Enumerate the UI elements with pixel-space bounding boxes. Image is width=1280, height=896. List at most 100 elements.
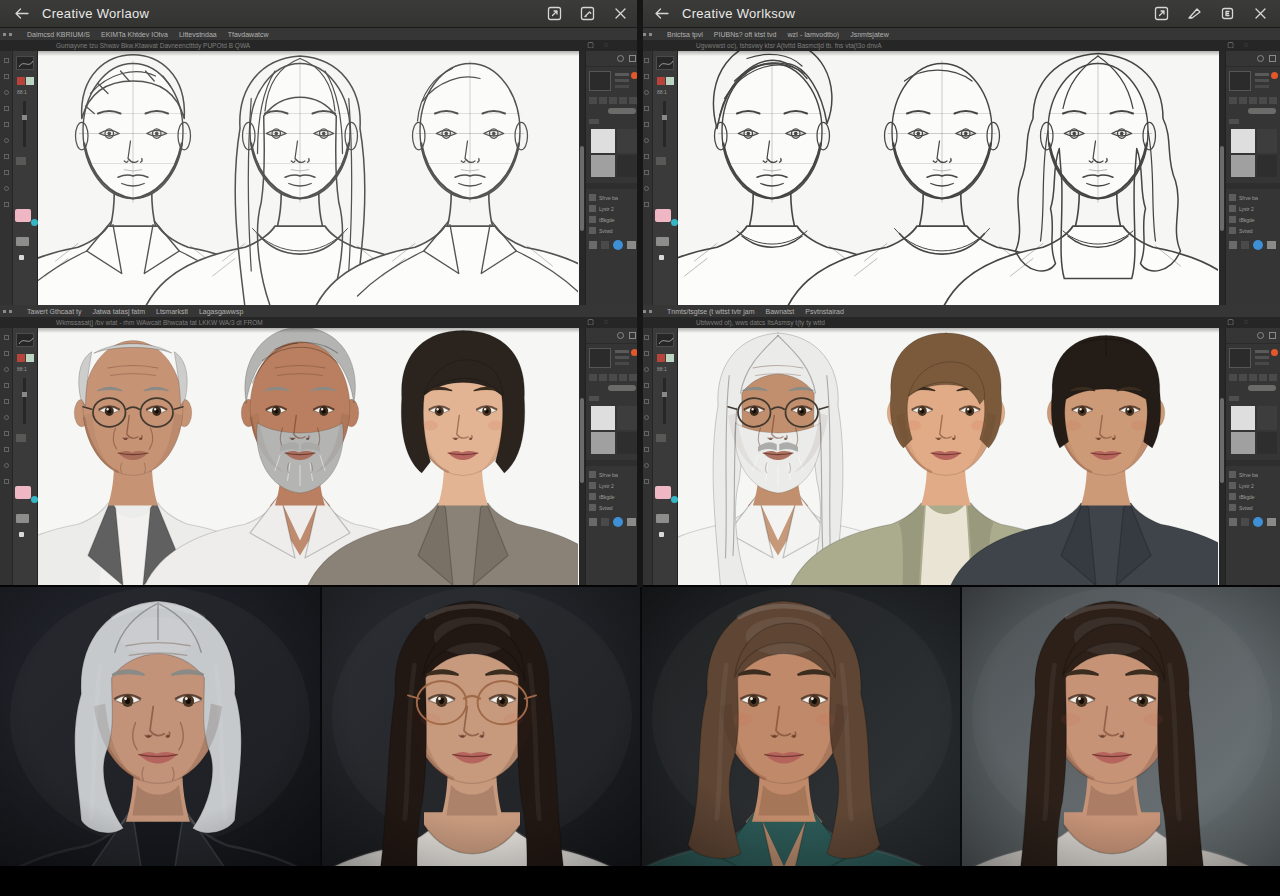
titlebar-icons xyxy=(1152,4,1270,23)
portrait-photo-4 xyxy=(960,587,1280,866)
color-chip-green xyxy=(26,77,34,85)
open-in-new-icon[interactable] xyxy=(545,4,564,23)
window-divider xyxy=(637,0,643,587)
close-icon[interactable] xyxy=(611,4,630,23)
tool-panel[interactable]: 88:1 xyxy=(13,51,38,305)
layer-row[interactable]: Lystr 2 xyxy=(1229,481,1278,490)
swatch-teal xyxy=(31,219,38,226)
edit-box-icon[interactable] xyxy=(578,4,597,23)
swatch-light xyxy=(1231,129,1255,153)
open-in-new-icon[interactable] xyxy=(1152,4,1171,23)
active-color-dot xyxy=(1271,349,1278,356)
layer-row[interactable]: Sfrve bw xyxy=(1229,193,1278,202)
menu-item[interactable]: Bawnatst xyxy=(766,308,795,315)
tool-rail[interactable] xyxy=(0,51,13,305)
editor-canvas[interactable] xyxy=(38,328,579,585)
layer-row[interactable]: Sfrve bw xyxy=(589,193,638,202)
back-button[interactable] xyxy=(650,3,672,25)
swatch-pink xyxy=(15,209,31,222)
photo-strip xyxy=(0,587,1280,866)
layer-row[interactable]: Svtwd xyxy=(1229,503,1278,512)
menu-item[interactable]: Ltsmarkstl xyxy=(156,308,188,315)
menu-item[interactable]: EKIMTa Khtdev IOtva xyxy=(101,31,168,38)
swatch-light xyxy=(591,129,615,153)
layer-row[interactable]: Svtwd xyxy=(1229,226,1278,235)
color-preview xyxy=(589,348,611,368)
pen-icon[interactable] xyxy=(1185,4,1204,23)
swatch-pink xyxy=(655,209,671,222)
window-title: Creative Worlaow xyxy=(42,6,149,21)
editor-menubar: Tnmts/tsgtse (t wttst tvtr jam Bawnatst Ps… xyxy=(640,305,1280,317)
portrait-photo-3 xyxy=(640,587,960,866)
color-chip-red xyxy=(17,354,25,362)
back-arrow-icon[interactable] xyxy=(652,4,671,23)
layer-row[interactable]: tBkgde xyxy=(1229,492,1278,501)
color-chip-red xyxy=(17,77,25,85)
layer-visibility-dot xyxy=(1253,240,1263,250)
menu-item[interactable]: PIUBNs? oft ktst tvd xyxy=(714,31,777,38)
tool-panel[interactable]: 88:1 xyxy=(653,51,678,305)
tool-panel[interactable]: 88:1 xyxy=(653,328,678,585)
editor-statusbar: Ugvwvwst oc), tshsvwy ktsr A(tvttd Basmc… xyxy=(640,40,1280,51)
side-panel[interactable]: Sfrve bw Lystr 2 tBkgde Svtwd xyxy=(585,51,640,305)
menu-item[interactable]: Jsnmtsjatew xyxy=(850,31,889,38)
layer-visibility-dot xyxy=(613,517,623,527)
menu-item[interactable]: Bnictsa tpvl xyxy=(667,31,703,38)
menu-item[interactable]: Tawert Gthcaat ty xyxy=(27,308,81,315)
back-arrow-icon[interactable] xyxy=(12,4,31,23)
bottom-black-bar xyxy=(0,866,1280,896)
editor-canvas[interactable] xyxy=(38,51,579,305)
layer-row[interactable]: Sfrve bw xyxy=(1229,470,1278,479)
back-button[interactable] xyxy=(10,3,32,25)
color-preview xyxy=(589,71,611,91)
editor-canvas[interactable] xyxy=(678,328,1219,585)
swatch-teal xyxy=(671,219,678,226)
swatch-teal xyxy=(671,496,678,503)
editor-menubar: Tawert Gthcaat ty Jatwa tatasj fatm Ltsmar… xyxy=(0,305,640,317)
menu-item[interactable]: wzI - Iamvodtbo) xyxy=(787,31,839,38)
menu-item[interactable]: Daimcsd KBRIUM/S xyxy=(27,31,90,38)
color-chip-green xyxy=(666,354,674,362)
editor-statusbar: Wkmssasat(j /bv wtat - rhm WAwcait Bhwca… xyxy=(0,317,640,328)
swatch-pink xyxy=(15,486,31,499)
color-preview xyxy=(1229,348,1251,368)
menu-item[interactable]: Jatwa tatasj fatm xyxy=(92,308,145,315)
layer-row[interactable]: Sfrve bw xyxy=(589,470,638,479)
layer-row[interactable]: Lystr 2 xyxy=(589,204,638,213)
window-right: Creative Worlksow Bnictsa tpvl PIUBNs? of… xyxy=(640,0,1280,587)
side-panel[interactable]: Sfrve bw Lystr 2 tBkgde Svtwd xyxy=(1225,51,1280,305)
close-icon[interactable] xyxy=(1251,4,1270,23)
layer-row[interactable]: tBkgde xyxy=(589,215,638,224)
tool-panel[interactable]: 88:1 xyxy=(13,328,38,585)
layer-row[interactable]: Svtwd xyxy=(589,226,638,235)
menu-item[interactable]: Tfavdawatcw xyxy=(228,31,269,38)
window-title: Creative Worlksow xyxy=(682,6,795,21)
editor-statusbar: Gumayvne tzu Shwav Bkw.Ktawvat Davneenct… xyxy=(0,40,640,51)
editor-canvas[interactable] xyxy=(678,51,1219,305)
active-color-dot xyxy=(1271,72,1278,79)
e-box-icon[interactable] xyxy=(1218,4,1237,23)
color-chip-green xyxy=(26,354,34,362)
color-chip-red xyxy=(657,354,665,362)
color-chip-red xyxy=(657,77,665,85)
tool-rail[interactable] xyxy=(0,328,13,585)
editor-menubar: Bnictsa tpvl PIUBNs? oft ktst tvd wzI - Ia… xyxy=(640,28,1280,40)
swatch-teal xyxy=(31,496,38,503)
side-panel[interactable]: Sfrve bw Lystr 2 tBkgde Svtwd xyxy=(1225,328,1280,585)
layer-row[interactable]: Lystr 2 xyxy=(1229,204,1278,213)
menu-item[interactable]: Lagasgawwsp xyxy=(199,308,243,315)
swatch-pink xyxy=(655,486,671,499)
menu-item[interactable]: Psvtnstairad xyxy=(805,308,844,315)
layer-visibility-dot xyxy=(1253,517,1263,527)
editor-statusbar: Ubtwvwd ot), wws datcs ItsAsmsy t(ty ty … xyxy=(640,317,1280,328)
side-panel[interactable]: Sfrve bw Lystr 2 tBkgde Svtwd xyxy=(585,328,640,585)
menu-item[interactable]: Tnmts/tsgtse (t wttst tvtr jam xyxy=(667,308,755,315)
layer-row[interactable]: Lystr 2 xyxy=(589,481,638,490)
stage: Creative Worlaow Daimcsd KBRIUM/S EKIMTa … xyxy=(0,0,1280,896)
layer-row[interactable]: Svtwd xyxy=(589,503,638,512)
titlebar-icons xyxy=(545,4,630,23)
layer-row[interactable]: tBkgde xyxy=(1229,215,1278,224)
menu-item[interactable]: Littevstndaa xyxy=(179,31,217,38)
layer-visibility-dot xyxy=(613,240,623,250)
layer-row[interactable]: tBkgde xyxy=(589,492,638,501)
